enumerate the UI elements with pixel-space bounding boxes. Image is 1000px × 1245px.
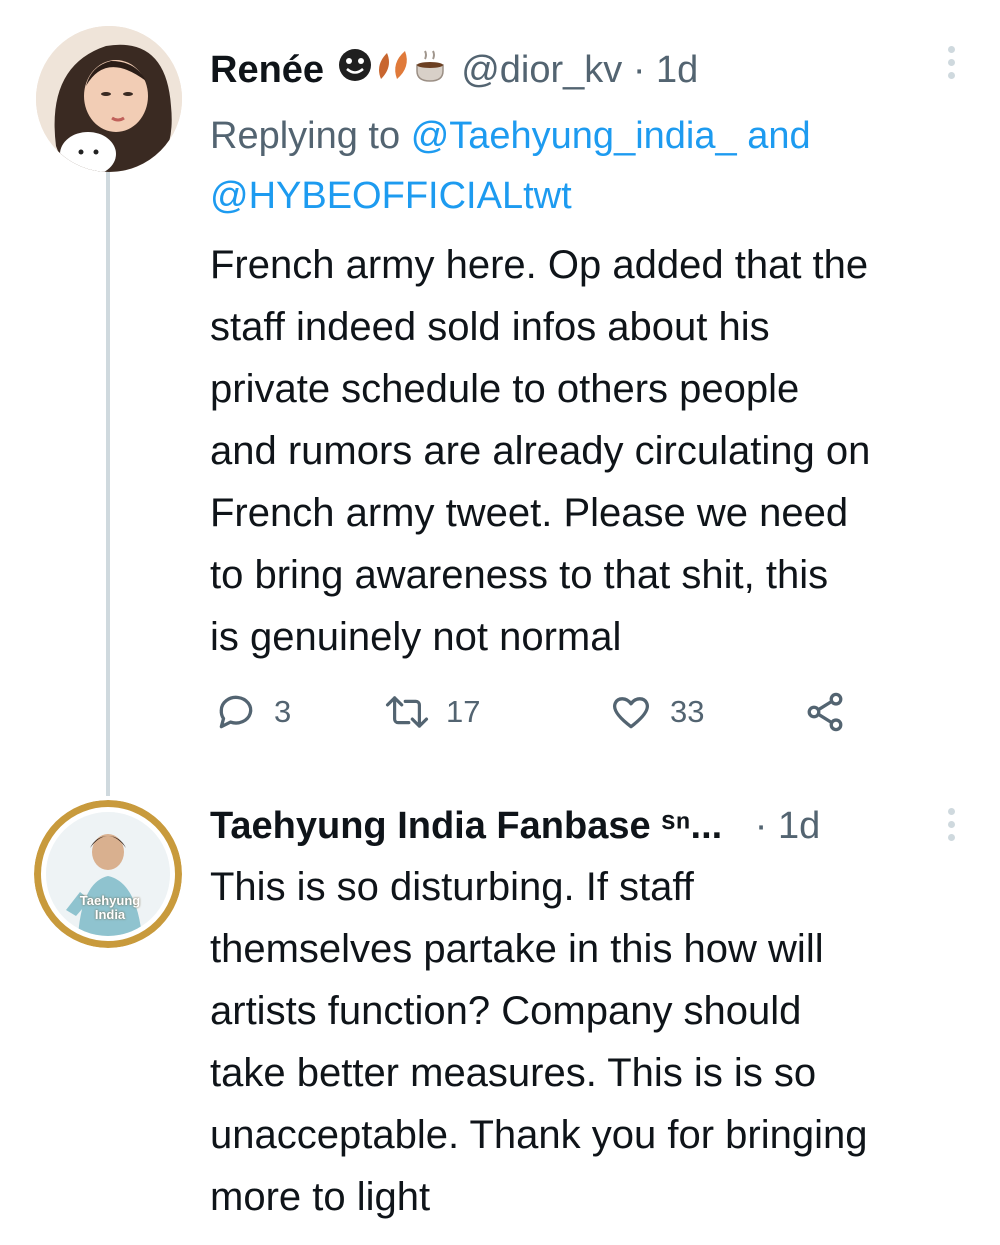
more-options-icon[interactable] (948, 808, 956, 847)
tweet-text-line: more to light (210, 1175, 431, 1219)
coffee-icon (415, 50, 444, 82)
avatar-watermark-text: Taehyung India (79, 893, 141, 922)
retweet-button[interactable]: 17 (384, 682, 480, 742)
tweet-header: Taehyung India Fanbase ˢⁿ... · 1d (210, 800, 970, 852)
reply-count: 3 (274, 694, 292, 729)
reply-mention-taehyung-india[interactable]: @Taehyung_india_ (411, 115, 737, 157)
reply-icon (219, 695, 253, 729)
avatar-taehyung-india-fanbase[interactable]: Taehyung India (34, 800, 182, 948)
tweet-text-line: is genuinely not normal (210, 615, 622, 659)
tweet-text-line: themselves partake in this how will (210, 927, 824, 971)
smiley-icon (338, 48, 371, 81)
tweet-text-line: This is so disturbing. If staff (210, 865, 694, 909)
replying-prefix: Replying to (210, 115, 401, 157)
share-button[interactable] (802, 682, 848, 742)
leaf-icon (378, 52, 389, 79)
avatar-renee[interactable] (36, 26, 182, 172)
replying-to: Replying to @Taehyung_india_ and @HYBEOF… (210, 106, 970, 226)
leaf-icon (394, 50, 407, 79)
reply-mention-hybe[interactable]: @HYBEOFFICIALtwt (210, 175, 572, 217)
tweet-header: Renée @dior_kv · 1d (210, 44, 970, 96)
retweet-count: 17 (446, 694, 481, 729)
tweet-text-line: private schedule to others people (210, 367, 800, 411)
timestamp[interactable]: 1d (778, 805, 820, 847)
retweet-icon (385, 696, 429, 728)
share-icon (807, 692, 843, 732)
thread-connector-line (106, 162, 110, 796)
reply-and[interactable]: and (747, 115, 810, 157)
separator: · (754, 805, 768, 847)
tweet-text-line: staff indeed sold infos about his (210, 305, 770, 349)
display-name[interactable]: Taehyung India Fanbase (210, 805, 651, 847)
tweet-text-line: unacceptable. Thank you for bringing (210, 1113, 868, 1157)
tweet-text-line: French army tweet. Please we need (210, 491, 849, 535)
display-name[interactable]: Renée (210, 49, 324, 91)
tweet-text: French army here. Op added that the staf… (210, 234, 980, 668)
tweet-text-line: artists function? Company should (210, 989, 802, 1033)
avatar-ring (34, 800, 182, 948)
handle[interactable]: @dior_kv (461, 49, 622, 91)
heart-icon (612, 697, 650, 729)
like-button[interactable]: 33 (608, 682, 704, 742)
separator: · (632, 49, 646, 91)
more-options-icon[interactable] (948, 46, 956, 85)
display-name-suffix: ˢⁿ... (661, 805, 723, 847)
timestamp[interactable]: 1d (656, 49, 698, 91)
tweet-text-line: and rumors are already circulating on (210, 429, 871, 473)
tweet-text-line: French army here. Op added that the (210, 243, 869, 287)
tweet-text-line: to bring awareness to that shit, this (210, 553, 829, 597)
tweet-text-line: take better measures. This is is so (210, 1051, 817, 1095)
like-count: 33 (670, 694, 705, 729)
avatar-illustration (36, 26, 182, 172)
tweet-text: This is so disturbing. If staff themselv… (210, 856, 980, 1228)
name-emojis (335, 45, 451, 99)
reply-button[interactable]: 3 (214, 682, 291, 742)
